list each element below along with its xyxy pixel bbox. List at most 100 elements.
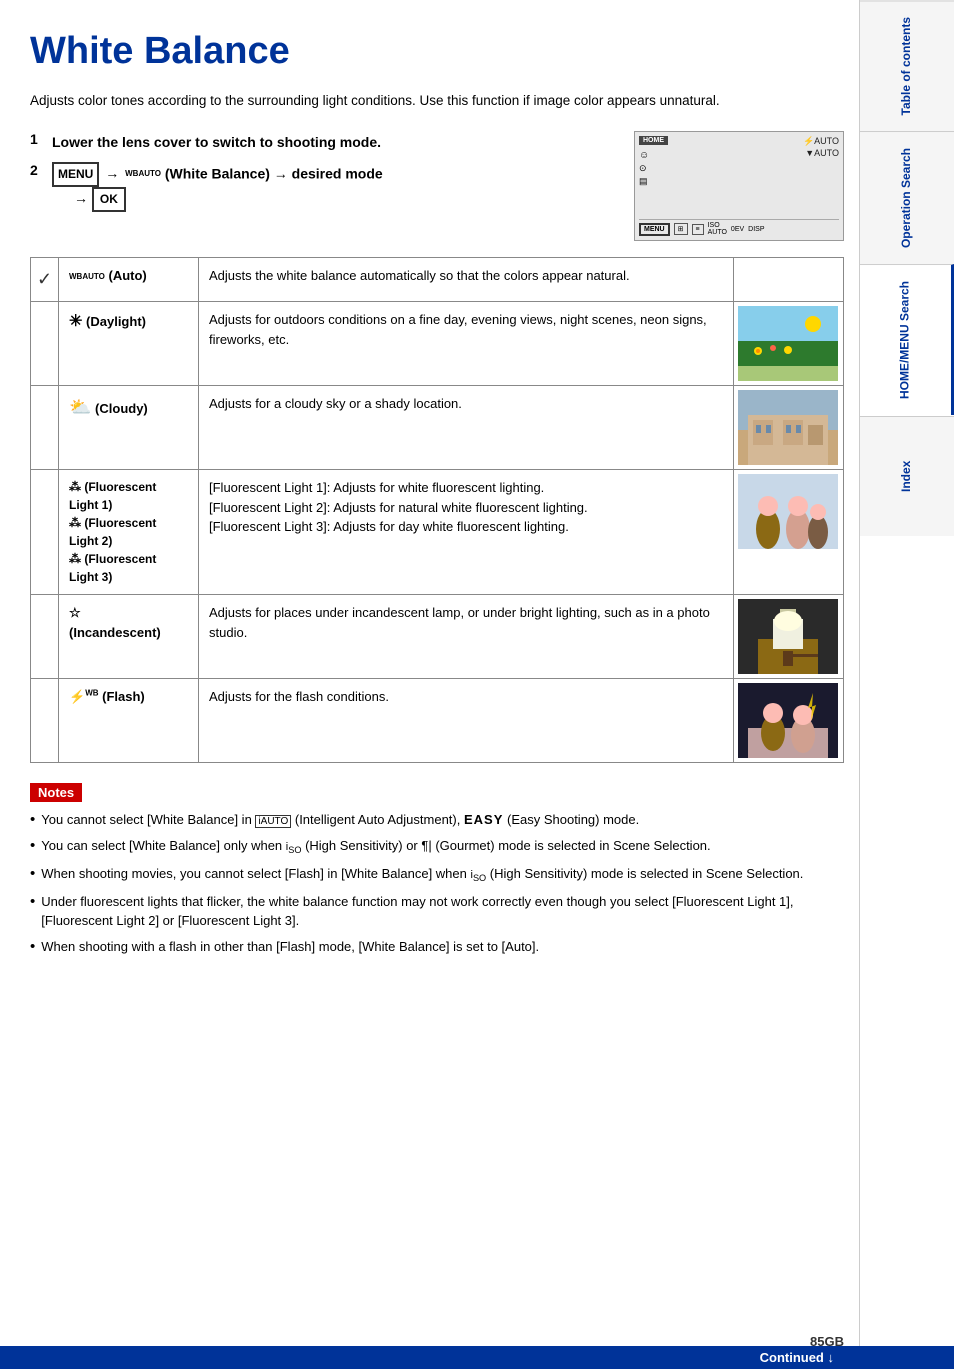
step-2-line2: → OK — [74, 190, 126, 206]
mode-cell-flash: ⚡WB (Flash) — [59, 679, 199, 763]
daylight-svg — [738, 306, 838, 381]
wb-auto-icon: WBAUTO — [69, 271, 105, 283]
step-2-num: 2 — [30, 162, 52, 178]
cam-icon-3: ▤ — [639, 176, 648, 187]
daylight-label: (Daylight) — [86, 314, 146, 329]
fluorescent-3-row: ⁂ (Fluorescent Light 3) — [69, 550, 188, 586]
gourmet-icon: ¶| — [421, 838, 431, 853]
incandescent-icon-row: ☆ — [69, 603, 188, 623]
desc-cell-cloudy: Adjusts for a cloudy sky or a shady loca… — [199, 386, 734, 470]
menu-box: MENU — [52, 162, 99, 187]
mode-cell-daylight: ✳ (Daylight) — [59, 302, 199, 386]
img-cell-flash — [734, 679, 844, 763]
incandescent-label: (Incandescent) — [69, 625, 161, 640]
desc-cell-fluorescent: [Fluorescent Light 1]: Adjusts for white… — [199, 470, 734, 595]
flash-label: (Flash) — [102, 689, 145, 704]
sidebar-tab-toc[interactable]: Table of contents — [860, 0, 954, 131]
mode-cell-incandescent: ☆ (Incandescent) — [59, 595, 199, 679]
note-1-text: You cannot select [White Balance] in iAU… — [41, 810, 639, 830]
desc-cell-incandescent: Adjusts for places under incandescent la… — [199, 595, 734, 679]
main-content: White Balance Adjusts color tones accord… — [30, 0, 844, 1022]
desc-cell-auto: Adjusts the white balance automatically … — [199, 258, 734, 302]
notes-header: Notes — [30, 783, 82, 802]
check-cell: ✓ — [31, 258, 59, 302]
camera-screen: HOME ☺ ⊙ ▤ ⚡AUTO ▼AUTO MENU — [634, 131, 844, 241]
fluor-icon-3: ⁂ — [69, 552, 81, 566]
arrow-1: → — [105, 165, 123, 181]
camera-screen-container: HOME ☺ ⊙ ▤ ⚡AUTO ▼AUTO MENU — [634, 131, 844, 241]
step-2: 2 MENU → WBAUTO (White Balance) → desire… — [30, 162, 618, 212]
img-cell-fluorescent — [734, 470, 844, 595]
step-1-text: Lower the lens cover to switch to shooti… — [52, 131, 381, 153]
step-1-content: 1 Lower the lens cover to switch to shoo… — [30, 131, 618, 220]
continued-bar: Continued ↓ — [0, 1346, 954, 1369]
fluorescent-image — [738, 474, 838, 549]
cloudy-image — [738, 390, 838, 465]
incandescent-icon: ☆ — [69, 605, 81, 620]
table-row: ⛅ (Cloudy) Adjusts for a cloudy sky or a… — [31, 386, 844, 470]
fluorescent-svg — [738, 474, 838, 549]
step-1-row: 1 Lower the lens cover to switch to shoo… — [30, 131, 844, 241]
flash-image — [738, 683, 838, 758]
note-item: When shooting movies, you cannot select … — [30, 864, 844, 886]
note-item: When shooting with a flash in other than… — [30, 937, 844, 957]
sidebar-tab-home-menu[interactable]: HOME/MENU Search — [860, 264, 954, 415]
fluor-label-3: (Fluorescent Light 3) — [69, 552, 156, 584]
incandescent-image — [738, 599, 838, 674]
check-mark: ✓ — [37, 269, 52, 289]
note-2-text: You can select [White Balance] only when… — [41, 836, 710, 858]
desc-cell-flash: Adjusts for the flash conditions. — [199, 679, 734, 763]
iso-icon-2: iSO — [471, 869, 487, 881]
wb-table: ✓ WBAUTO (Auto) Adjusts the white balanc… — [30, 257, 844, 763]
daylight-icon: ✳ — [69, 313, 82, 330]
table-row: ⚡WB (Flash) Adjusts for the flash condit… — [31, 679, 844, 763]
cam-left-icons: HOME ☺ ⊙ ▤ — [639, 136, 668, 187]
desc-cell-daylight: Adjusts for outdoors conditions on a fin… — [199, 302, 734, 386]
cam-list-icon: ≡ — [692, 224, 704, 235]
cloudy-icon: ⛅ — [69, 397, 91, 417]
intro-paragraph: Adjusts color tones according to the sur… — [30, 91, 844, 111]
sidebar-tab-index[interactable]: Index — [860, 416, 954, 536]
step-1-num: 1 — [30, 131, 52, 147]
cam-menu-icon: MENU — [639, 223, 670, 236]
note-4-text: Under fluorescent lights that flicker, t… — [41, 892, 844, 931]
cam-disp-label: DISP — [748, 226, 764, 233]
table-row: ☆ (Incandescent) Adjusts for places unde… — [31, 595, 844, 679]
white-balance-label: (White Balance) → desired mode — [165, 165, 383, 181]
cam-bottom-icons: MENU ⊞ ≡ ISOAUTO 0EV DISP — [639, 222, 765, 236]
cam-iso-label: ISOAUTO — [708, 222, 727, 236]
note-item: You can select [White Balance] only when… — [30, 836, 844, 858]
check-cell — [31, 679, 59, 763]
note-3-text: When shooting movies, you cannot select … — [41, 864, 803, 886]
fluor-label-2: (Fluorescent Light 2) — [69, 516, 156, 548]
page-title: White Balance — [30, 30, 844, 73]
fluorescent-2-row: ⁂ (Fluorescent Light 2) — [69, 514, 188, 550]
steps-section: 1 Lower the lens cover to switch to shoo… — [30, 131, 844, 241]
mode-cell-fluorescent: ⁂ (Fluorescent Light 1) ⁂ (Fluorescent L… — [59, 470, 199, 595]
cam-right-icons: ⚡AUTO ▼AUTO — [803, 136, 839, 158]
cam-flash-auto: ⚡AUTO — [803, 136, 839, 147]
check-cell — [31, 386, 59, 470]
note-item: Under fluorescent lights that flicker, t… — [30, 892, 844, 931]
cloudy-svg — [738, 390, 838, 465]
sidebar-tab-operation[interactable]: Operation Search — [860, 131, 954, 264]
note-5-text: When shooting with a flash in other than… — [41, 937, 539, 957]
fluor-label-1: (Fluorescent Light 1) — [69, 480, 156, 512]
img-cell-daylight — [734, 302, 844, 386]
img-cell-auto — [734, 258, 844, 302]
flash-svg — [738, 683, 838, 758]
img-cell-cloudy — [734, 386, 844, 470]
incandescent-svg — [738, 599, 838, 674]
iauto-icon: iAUTO — [255, 815, 291, 828]
continued-label: Continued ↓ — [760, 1350, 834, 1365]
cam-0ev-label: 0EV — [731, 226, 744, 233]
mode-cell-cloudy: ⛅ (Cloudy) — [59, 386, 199, 470]
wb-auto-badge: WBAUTO — [125, 168, 161, 181]
table-row: ⁂ (Fluorescent Light 1) ⁂ (Fluorescent L… — [31, 470, 844, 595]
mode-cell-auto: WBAUTO (Auto) — [59, 258, 199, 302]
img-cell-incandescent — [734, 595, 844, 679]
table-row: ✳ (Daylight) Adjusts for outdoors condit… — [31, 302, 844, 386]
check-cell — [31, 302, 59, 386]
right-sidebar: Table of contents Operation Search HOME/… — [859, 0, 954, 1369]
note-item: You cannot select [White Balance] in iAU… — [30, 810, 844, 830]
